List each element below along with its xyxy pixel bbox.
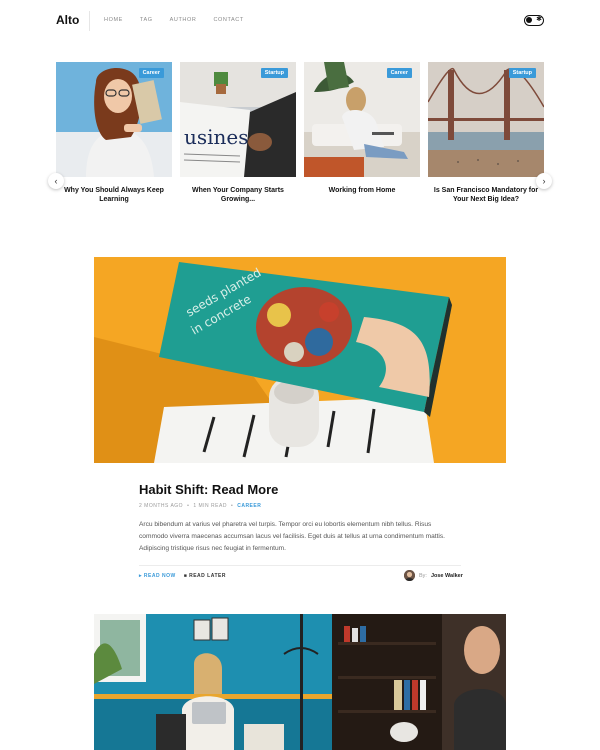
read-later-label: READ LATER: [189, 573, 226, 579]
post-divider: [139, 565, 461, 566]
chevron-left-icon: ‹: [54, 176, 58, 186]
nav-tag[interactable]: TAG: [140, 17, 153, 23]
card-title[interactable]: When Your Company Starts Growing...: [180, 186, 296, 204]
card-image[interactable]: Startup: [428, 62, 544, 177]
nav-contact[interactable]: CONTACT: [213, 17, 243, 23]
carousel-prev-button[interactable]: ‹: [48, 173, 64, 189]
card-title[interactable]: Is San Francisco Mandatory for Your Next…: [428, 186, 544, 204]
play-icon: ▸: [139, 573, 143, 579]
post-actions: ▸ READ NOW ■ READ LATER: [139, 573, 226, 579]
nav-home[interactable]: HOME: [104, 17, 123, 23]
card-title[interactable]: Working from Home: [304, 186, 420, 195]
site-header: Alto HOME TAG AUTHOR CONTACT ✱: [0, 0, 600, 42]
card-title[interactable]: Why You Should Always Keep Learning: [56, 186, 172, 204]
carousel-card[interactable]: Career Why You Should Always Keep Learni…: [56, 62, 172, 204]
main-nav: HOME TAG AUTHOR CONTACT: [104, 17, 244, 23]
header-divider: [89, 11, 90, 31]
read-now-button[interactable]: ▸ READ NOW: [139, 573, 176, 579]
category-badge[interactable]: Startup: [260, 68, 288, 78]
carousel-next-button[interactable]: ›: [536, 173, 552, 189]
carousel-card[interactable]: Startup Is San Francisco Mandatory for Y…: [428, 62, 544, 204]
post-author[interactable]: By: Jose Walker: [404, 570, 463, 581]
read-now-label: READ NOW: [143, 573, 176, 579]
card-image[interactable]: Career: [304, 62, 420, 177]
card-image[interactable]: usiness Startup: [180, 62, 296, 177]
post-category-link[interactable]: CAREER: [237, 503, 261, 509]
toggle-knob: [526, 17, 532, 23]
carousel-card[interactable]: usiness Startup When Your Company Starts…: [180, 62, 296, 204]
post-date: 2 MONTHS AGO: [139, 503, 184, 509]
post-excerpt: Arcu bibendum at varius vel pharetra vel…: [139, 521, 446, 552]
meta-separator: •: [230, 503, 234, 509]
theme-toggle[interactable]: ✱: [524, 15, 544, 26]
carousel-card[interactable]: Career Working from Home: [304, 62, 420, 195]
meta-separator: •: [187, 503, 190, 509]
post-read-time: 1 MIN READ: [193, 503, 227, 509]
chevron-right-icon: ›: [542, 176, 546, 186]
category-badge[interactable]: Career: [386, 68, 412, 78]
card-image[interactable]: Career: [56, 62, 172, 177]
read-later-button[interactable]: ■ READ LATER: [184, 573, 226, 579]
post-hero-image-2[interactable]: [94, 614, 506, 750]
nav-author[interactable]: AUTHOR: [170, 17, 197, 23]
post-meta: 2 MONTHS AGO • 1 MIN READ • CAREER: [139, 503, 261, 509]
bookmark-icon: ■: [183, 573, 188, 579]
star-icon: ✱: [536, 16, 542, 23]
category-badge[interactable]: Startup: [508, 68, 536, 78]
author-avatar[interactable]: [404, 570, 415, 581]
author-name[interactable]: Jose Walker: [431, 573, 463, 579]
featured-carousel: Career Why You Should Always Keep Learni…: [48, 62, 552, 212]
author-prefix: By:: [419, 572, 427, 579]
category-badge[interactable]: Career: [138, 68, 164, 78]
post-hero-image[interactable]: seeds planted in concrete: [94, 257, 506, 463]
post-title[interactable]: Habit Shift: Read More: [139, 482, 278, 497]
site-logo[interactable]: Alto: [56, 13, 79, 27]
